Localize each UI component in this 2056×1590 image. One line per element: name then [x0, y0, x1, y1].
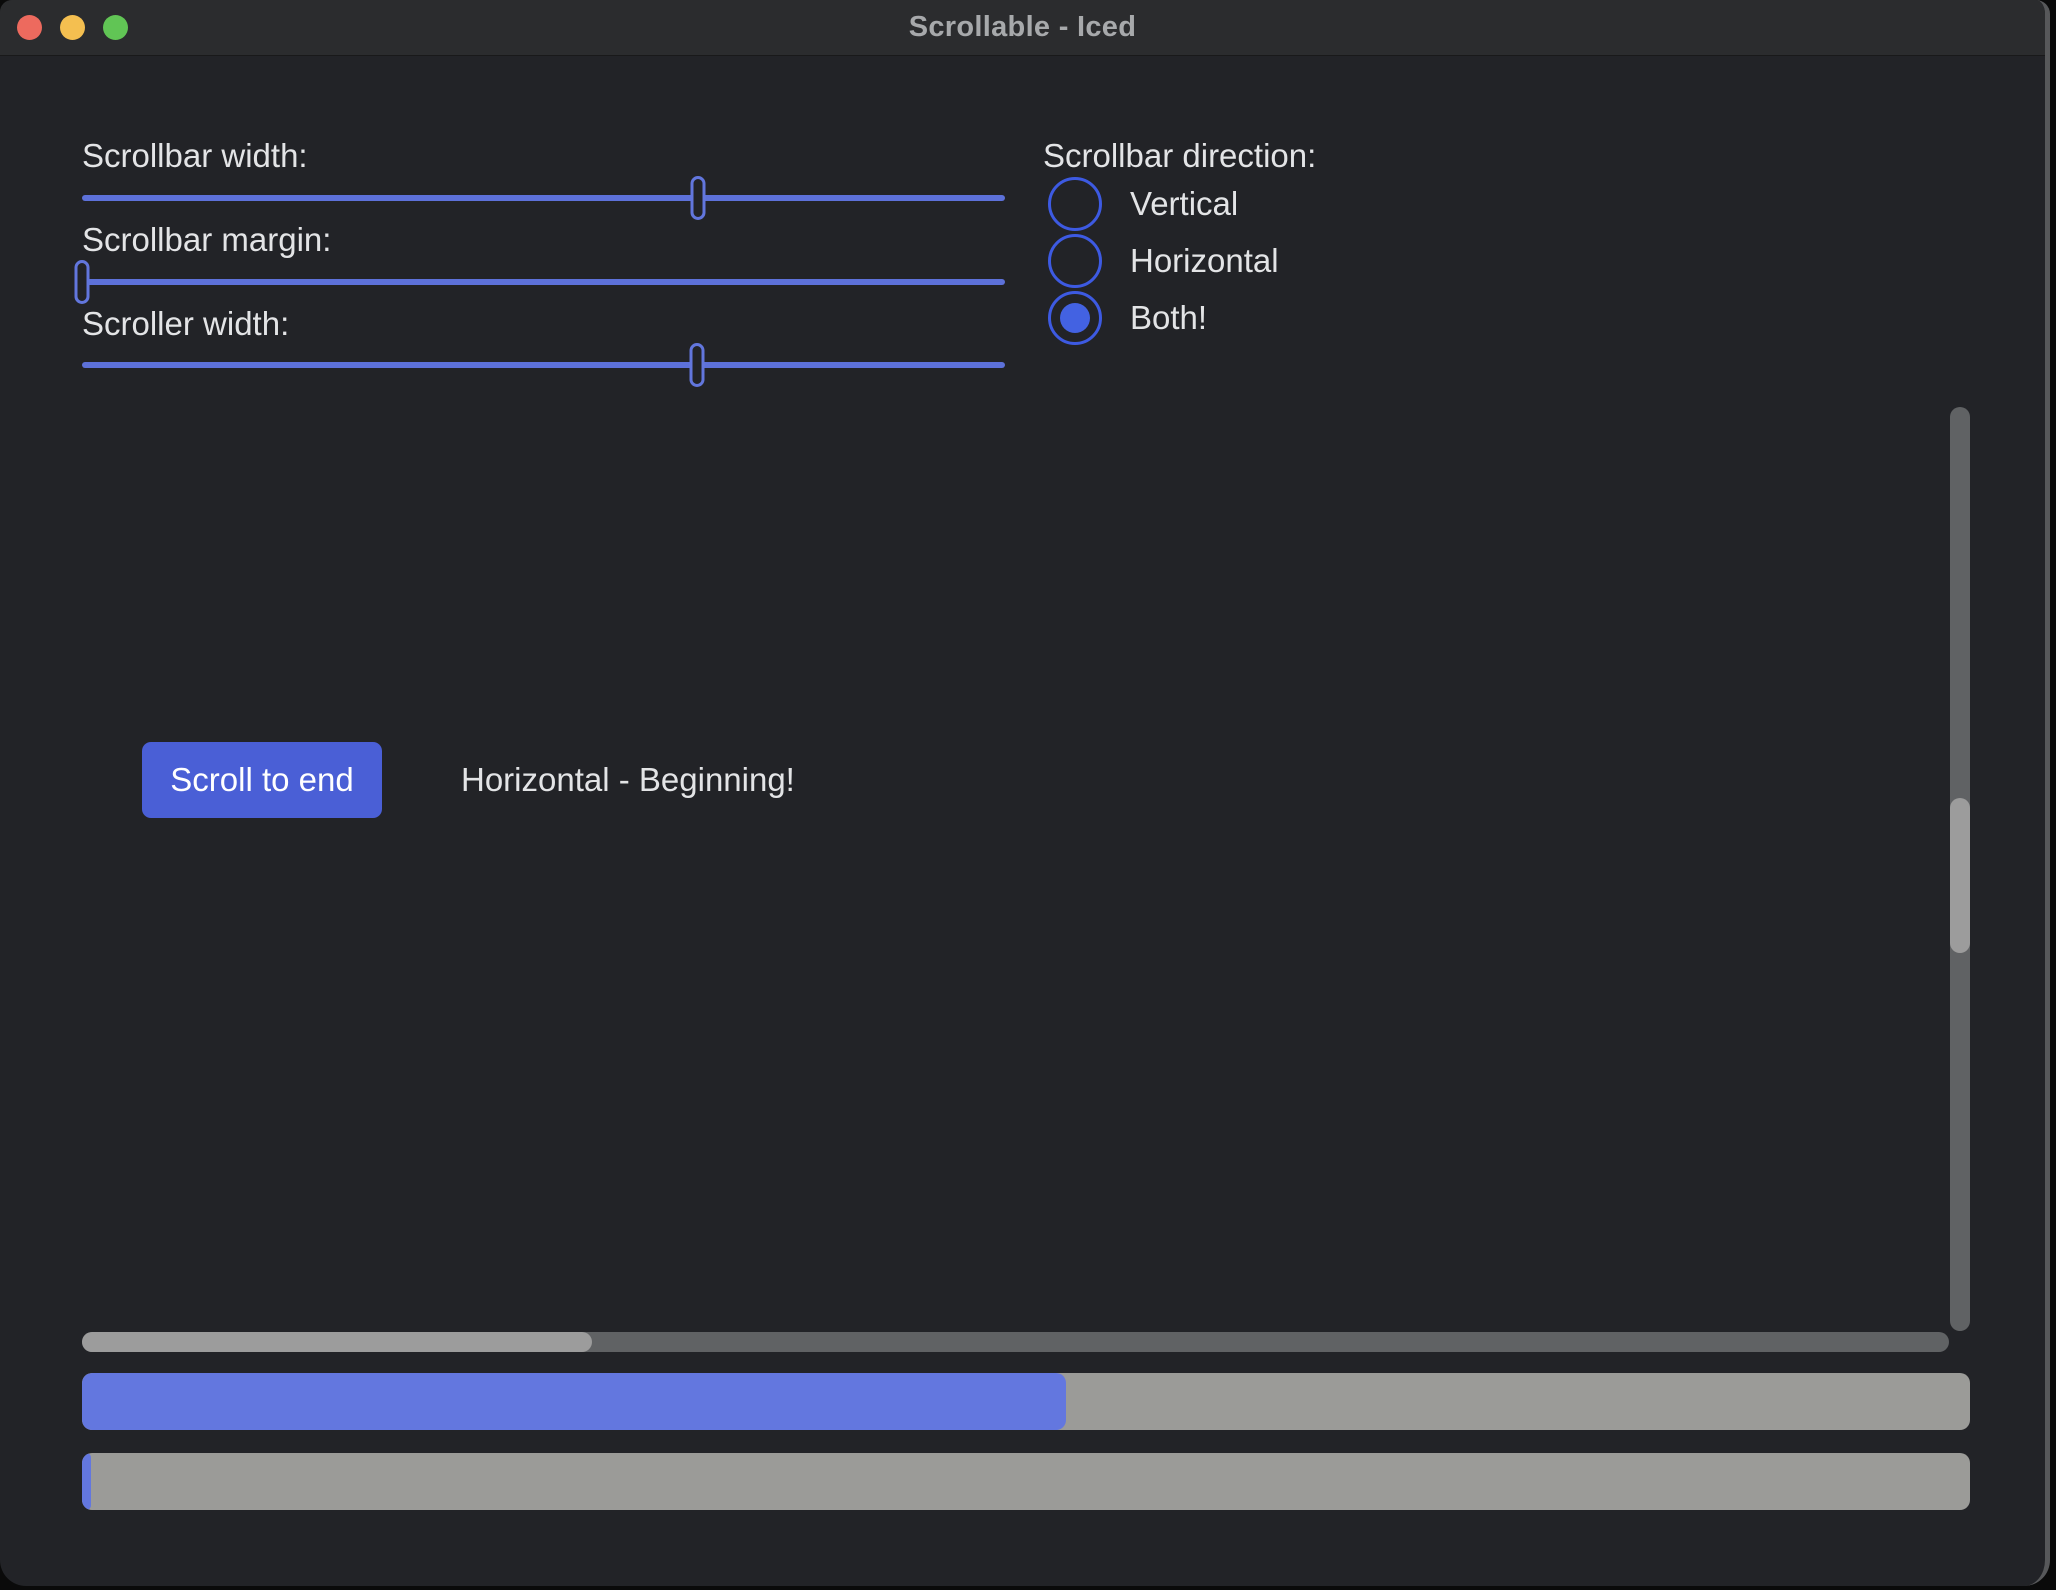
- app-window: Scrollable - Iced Scrollbar width: Scrol…: [0, 0, 2050, 1586]
- radio-both[interactable]: Both!: [1048, 289, 1207, 346]
- maximize-button[interactable]: [103, 15, 128, 40]
- slider-handle[interactable]: [690, 176, 705, 220]
- radio-vertical[interactable]: Vertical: [1048, 175, 1238, 232]
- scrollbar-width-slider[interactable]: [82, 175, 1005, 221]
- scroll-to-end-button[interactable]: Scroll to end: [142, 742, 382, 818]
- slider-handle[interactable]: [75, 260, 90, 304]
- radio-both-label: Both!: [1130, 299, 1207, 337]
- minimize-button[interactable]: [60, 15, 85, 40]
- horizontal-scrollbar-thumb[interactable]: [82, 1332, 592, 1352]
- slider-track[interactable]: [82, 362, 1005, 368]
- progress-fill: [82, 1373, 1066, 1430]
- slider-track[interactable]: [82, 195, 1005, 201]
- scroller-width-label: Scroller width:: [82, 306, 289, 342]
- progress-fill: [82, 1453, 91, 1510]
- radio-dot-icon: [1060, 303, 1090, 333]
- scrollbar-margin-slider[interactable]: [82, 259, 1005, 305]
- horizontal-scrollbar-rail[interactable]: [82, 1332, 1949, 1352]
- radio-circle-icon[interactable]: [1048, 234, 1102, 288]
- titlebar: Scrollable - Iced: [0, 0, 2045, 56]
- horizontal-progress-bar: [82, 1373, 1970, 1430]
- scroll-status-text: Horizontal - Beginning!: [461, 742, 795, 818]
- slider-handle[interactable]: [689, 343, 704, 387]
- radio-vertical-label: Vertical: [1130, 185, 1238, 223]
- radio-horizontal[interactable]: Horizontal: [1048, 232, 1279, 289]
- scroller-width-slider[interactable]: [82, 342, 1005, 388]
- radio-horizontal-label: Horizontal: [1130, 242, 1279, 280]
- radio-circle-icon[interactable]: [1048, 291, 1102, 345]
- vertical-progress-bar: [82, 1453, 1970, 1510]
- window-title: Scrollable - Iced: [909, 11, 1137, 44]
- close-button[interactable]: [17, 15, 42, 40]
- vertical-scrollbar-thumb[interactable]: [1950, 798, 1970, 953]
- slider-track[interactable]: [82, 279, 1005, 285]
- radio-circle-icon[interactable]: [1048, 177, 1102, 231]
- scrollbar-width-label: Scrollbar width:: [82, 138, 308, 174]
- scrollbar-margin-label: Scrollbar margin:: [82, 222, 331, 258]
- traffic-lights: [17, 15, 128, 40]
- vertical-scrollbar-rail[interactable]: [1950, 407, 1970, 1331]
- scrollbar-direction-label: Scrollbar direction:: [1043, 138, 1316, 174]
